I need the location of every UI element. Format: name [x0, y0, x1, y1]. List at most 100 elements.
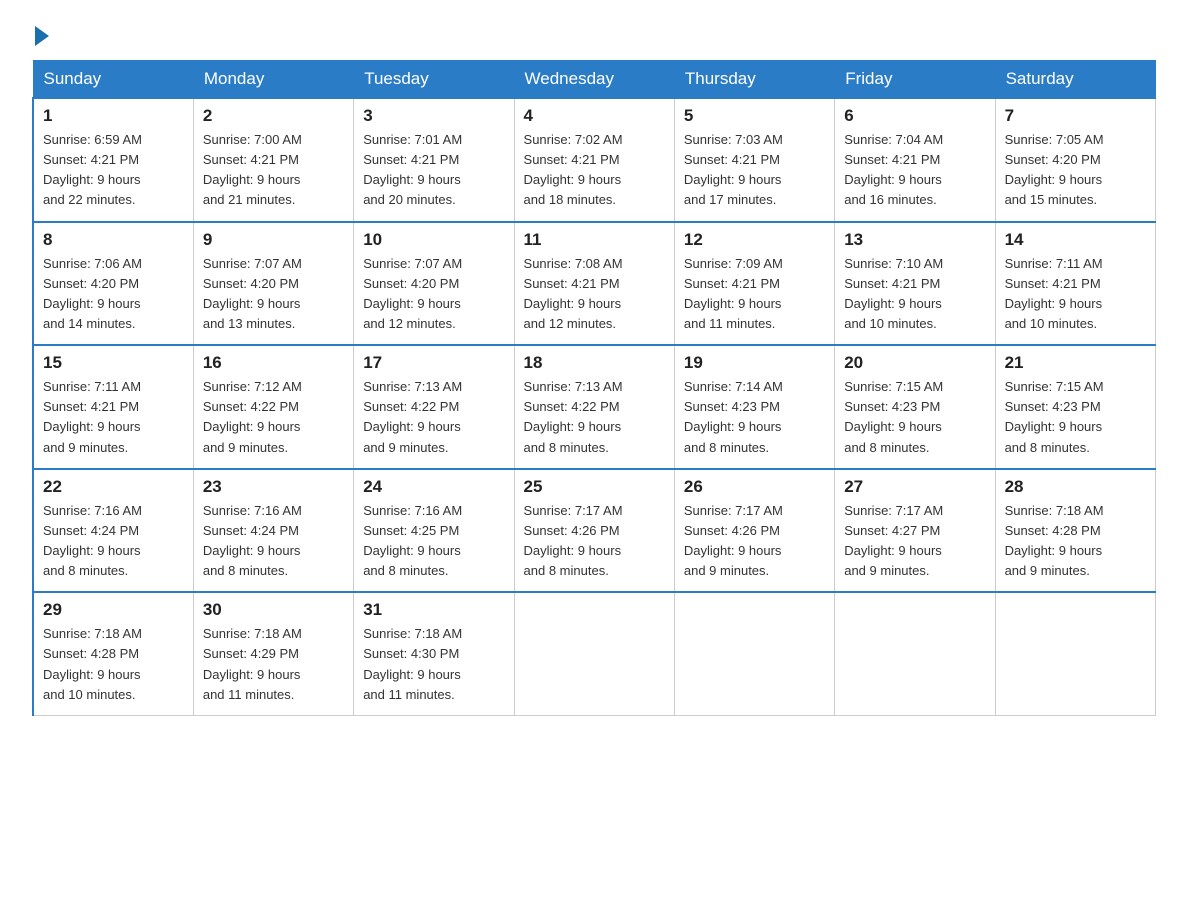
- day-number: 23: [203, 477, 344, 497]
- day-info: Sunrise: 7:11 AM Sunset: 4:21 PM Dayligh…: [43, 377, 184, 458]
- day-number: 10: [363, 230, 504, 250]
- day-number: 26: [684, 477, 825, 497]
- day-cell-19: 19 Sunrise: 7:14 AM Sunset: 4:23 PM Dayl…: [674, 345, 834, 469]
- day-number: 28: [1005, 477, 1146, 497]
- day-number: 2: [203, 106, 344, 126]
- day-number: 29: [43, 600, 184, 620]
- header-thursday: Thursday: [674, 61, 834, 99]
- day-info: Sunrise: 7:00 AM Sunset: 4:21 PM Dayligh…: [203, 130, 344, 211]
- day-cell-12: 12 Sunrise: 7:09 AM Sunset: 4:21 PM Dayl…: [674, 222, 834, 346]
- day-cell-18: 18 Sunrise: 7:13 AM Sunset: 4:22 PM Dayl…: [514, 345, 674, 469]
- day-cell-10: 10 Sunrise: 7:07 AM Sunset: 4:20 PM Dayl…: [354, 222, 514, 346]
- day-info: Sunrise: 7:16 AM Sunset: 4:25 PM Dayligh…: [363, 501, 504, 582]
- day-cell-20: 20 Sunrise: 7:15 AM Sunset: 4:23 PM Dayl…: [835, 345, 995, 469]
- day-info: Sunrise: 6:59 AM Sunset: 4:21 PM Dayligh…: [43, 130, 184, 211]
- day-cell-22: 22 Sunrise: 7:16 AM Sunset: 4:24 PM Dayl…: [33, 469, 193, 593]
- day-info: Sunrise: 7:14 AM Sunset: 4:23 PM Dayligh…: [684, 377, 825, 458]
- day-number: 25: [524, 477, 665, 497]
- day-cell-5: 5 Sunrise: 7:03 AM Sunset: 4:21 PM Dayli…: [674, 98, 834, 222]
- day-info: Sunrise: 7:18 AM Sunset: 4:28 PM Dayligh…: [43, 624, 184, 705]
- day-number: 1: [43, 106, 184, 126]
- day-number: 30: [203, 600, 344, 620]
- day-number: 16: [203, 353, 344, 373]
- day-info: Sunrise: 7:15 AM Sunset: 4:23 PM Dayligh…: [844, 377, 985, 458]
- day-cell-6: 6 Sunrise: 7:04 AM Sunset: 4:21 PM Dayli…: [835, 98, 995, 222]
- day-cell-11: 11 Sunrise: 7:08 AM Sunset: 4:21 PM Dayl…: [514, 222, 674, 346]
- day-cell-9: 9 Sunrise: 7:07 AM Sunset: 4:20 PM Dayli…: [193, 222, 353, 346]
- empty-cell: [674, 592, 834, 715]
- day-info: Sunrise: 7:16 AM Sunset: 4:24 PM Dayligh…: [203, 501, 344, 582]
- week-row-2: 8 Sunrise: 7:06 AM Sunset: 4:20 PM Dayli…: [33, 222, 1156, 346]
- day-number: 5: [684, 106, 825, 126]
- day-cell-25: 25 Sunrise: 7:17 AM Sunset: 4:26 PM Dayl…: [514, 469, 674, 593]
- day-info: Sunrise: 7:07 AM Sunset: 4:20 PM Dayligh…: [203, 254, 344, 335]
- day-cell-4: 4 Sunrise: 7:02 AM Sunset: 4:21 PM Dayli…: [514, 98, 674, 222]
- calendar-header-row: SundayMondayTuesdayWednesdayThursdayFrid…: [33, 61, 1156, 99]
- day-number: 7: [1005, 106, 1146, 126]
- header-saturday: Saturday: [995, 61, 1155, 99]
- day-info: Sunrise: 7:08 AM Sunset: 4:21 PM Dayligh…: [524, 254, 665, 335]
- empty-cell: [995, 592, 1155, 715]
- day-cell-24: 24 Sunrise: 7:16 AM Sunset: 4:25 PM Dayl…: [354, 469, 514, 593]
- header-sunday: Sunday: [33, 61, 193, 99]
- day-info: Sunrise: 7:17 AM Sunset: 4:26 PM Dayligh…: [524, 501, 665, 582]
- day-cell-8: 8 Sunrise: 7:06 AM Sunset: 4:20 PM Dayli…: [33, 222, 193, 346]
- week-row-4: 22 Sunrise: 7:16 AM Sunset: 4:24 PM Dayl…: [33, 469, 1156, 593]
- day-cell-17: 17 Sunrise: 7:13 AM Sunset: 4:22 PM Dayl…: [354, 345, 514, 469]
- day-info: Sunrise: 7:07 AM Sunset: 4:20 PM Dayligh…: [363, 254, 504, 335]
- day-info: Sunrise: 7:04 AM Sunset: 4:21 PM Dayligh…: [844, 130, 985, 211]
- empty-cell: [835, 592, 995, 715]
- header-wednesday: Wednesday: [514, 61, 674, 99]
- day-number: 27: [844, 477, 985, 497]
- day-info: Sunrise: 7:03 AM Sunset: 4:21 PM Dayligh…: [684, 130, 825, 211]
- day-info: Sunrise: 7:17 AM Sunset: 4:26 PM Dayligh…: [684, 501, 825, 582]
- day-number: 4: [524, 106, 665, 126]
- logo-arrow-icon: [35, 26, 49, 46]
- day-cell-2: 2 Sunrise: 7:00 AM Sunset: 4:21 PM Dayli…: [193, 98, 353, 222]
- logo: [32, 24, 49, 42]
- day-info: Sunrise: 7:13 AM Sunset: 4:22 PM Dayligh…: [363, 377, 504, 458]
- calendar-body: 1 Sunrise: 6:59 AM Sunset: 4:21 PM Dayli…: [33, 98, 1156, 715]
- header-monday: Monday: [193, 61, 353, 99]
- day-cell-30: 30 Sunrise: 7:18 AM Sunset: 4:29 PM Dayl…: [193, 592, 353, 715]
- header-tuesday: Tuesday: [354, 61, 514, 99]
- day-number: 14: [1005, 230, 1146, 250]
- day-info: Sunrise: 7:15 AM Sunset: 4:23 PM Dayligh…: [1005, 377, 1146, 458]
- day-cell-3: 3 Sunrise: 7:01 AM Sunset: 4:21 PM Dayli…: [354, 98, 514, 222]
- day-cell-7: 7 Sunrise: 7:05 AM Sunset: 4:20 PM Dayli…: [995, 98, 1155, 222]
- day-info: Sunrise: 7:16 AM Sunset: 4:24 PM Dayligh…: [43, 501, 184, 582]
- day-number: 11: [524, 230, 665, 250]
- empty-cell: [514, 592, 674, 715]
- day-cell-15: 15 Sunrise: 7:11 AM Sunset: 4:21 PM Dayl…: [33, 345, 193, 469]
- week-row-3: 15 Sunrise: 7:11 AM Sunset: 4:21 PM Dayl…: [33, 345, 1156, 469]
- day-number: 22: [43, 477, 184, 497]
- day-number: 6: [844, 106, 985, 126]
- day-info: Sunrise: 7:17 AM Sunset: 4:27 PM Dayligh…: [844, 501, 985, 582]
- week-row-1: 1 Sunrise: 6:59 AM Sunset: 4:21 PM Dayli…: [33, 98, 1156, 222]
- day-cell-1: 1 Sunrise: 6:59 AM Sunset: 4:21 PM Dayli…: [33, 98, 193, 222]
- day-number: 9: [203, 230, 344, 250]
- day-info: Sunrise: 7:10 AM Sunset: 4:21 PM Dayligh…: [844, 254, 985, 335]
- day-cell-28: 28 Sunrise: 7:18 AM Sunset: 4:28 PM Dayl…: [995, 469, 1155, 593]
- day-info: Sunrise: 7:12 AM Sunset: 4:22 PM Dayligh…: [203, 377, 344, 458]
- day-number: 21: [1005, 353, 1146, 373]
- day-info: Sunrise: 7:05 AM Sunset: 4:20 PM Dayligh…: [1005, 130, 1146, 211]
- day-number: 12: [684, 230, 825, 250]
- page-header: [32, 24, 1156, 42]
- day-number: 13: [844, 230, 985, 250]
- day-cell-26: 26 Sunrise: 7:17 AM Sunset: 4:26 PM Dayl…: [674, 469, 834, 593]
- day-number: 15: [43, 353, 184, 373]
- day-number: 17: [363, 353, 504, 373]
- day-info: Sunrise: 7:01 AM Sunset: 4:21 PM Dayligh…: [363, 130, 504, 211]
- day-cell-31: 31 Sunrise: 7:18 AM Sunset: 4:30 PM Dayl…: [354, 592, 514, 715]
- day-number: 8: [43, 230, 184, 250]
- day-cell-16: 16 Sunrise: 7:12 AM Sunset: 4:22 PM Dayl…: [193, 345, 353, 469]
- day-cell-21: 21 Sunrise: 7:15 AM Sunset: 4:23 PM Dayl…: [995, 345, 1155, 469]
- day-info: Sunrise: 7:18 AM Sunset: 4:28 PM Dayligh…: [1005, 501, 1146, 582]
- day-info: Sunrise: 7:13 AM Sunset: 4:22 PM Dayligh…: [524, 377, 665, 458]
- header-friday: Friday: [835, 61, 995, 99]
- day-info: Sunrise: 7:18 AM Sunset: 4:30 PM Dayligh…: [363, 624, 504, 705]
- day-info: Sunrise: 7:09 AM Sunset: 4:21 PM Dayligh…: [684, 254, 825, 335]
- day-number: 3: [363, 106, 504, 126]
- day-number: 20: [844, 353, 985, 373]
